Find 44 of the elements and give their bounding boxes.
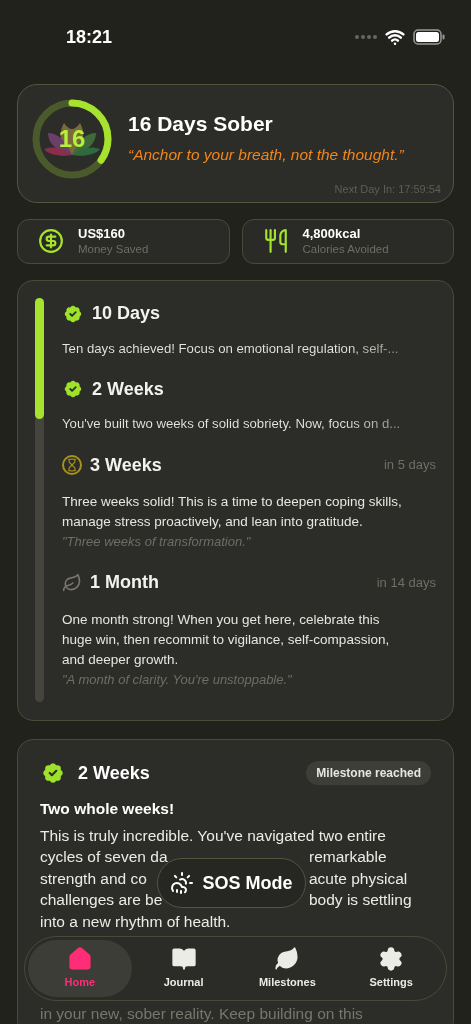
hourglass-icon — [62, 455, 82, 476]
milestone-eta: in 5 days — [383, 456, 436, 475]
home-icon — [66, 946, 93, 973]
stat-value: 4,800kcal — [302, 225, 362, 242]
wifi-icon — [385, 27, 405, 47]
detail-paragraph-end: in your new, sober reality. Keep building on this — [40, 1004, 364, 1024]
utensils-icon — [262, 228, 289, 254]
milestone-title: 3 Weeks — [90, 453, 162, 477]
badge-check-icon — [62, 378, 84, 401]
battery-icon — [413, 29, 445, 45]
status-time: 18:21 — [66, 25, 113, 49]
milestone-title: 1 Month — [90, 571, 159, 595]
milestone-eta: in 14 days — [376, 573, 436, 592]
settings-icon — [378, 946, 405, 973]
detail-paragraph-line: remarkable — [309, 847, 388, 868]
milestone-reached-tag: Milestone reached — [306, 761, 431, 785]
badge-check-icon — [40, 760, 66, 786]
milestone-title: 10 Days — [92, 302, 161, 325]
detail-heading: Two whole weeks! — [40, 798, 176, 819]
badge-check-icon — [62, 302, 84, 325]
milestone-description: One month strong! When you get here, celebrate this huge win, then recommit to vigilance, self-compassion, and deeper growth. — [62, 610, 391, 669]
quote: “Anchor to your breath, not the thought.” — [128, 145, 404, 166]
milestone-title: 2 Weeks — [92, 377, 164, 401]
day-number: 16 — [58, 127, 86, 151]
stat-label: Calories Avoided — [302, 241, 389, 257]
milestone-quote: "A month of clarity. You're unstoppable." — [62, 670, 293, 689]
detail-paragraph-line: body is settling — [309, 890, 413, 911]
milestone-quote: "Three weeks of transformation." — [62, 533, 252, 552]
detail-paragraph-line: This is truly incredible. You've navigated two entire — [40, 825, 386, 846]
detail-title: 2 Weeks — [78, 761, 150, 785]
milestone-description: Three weeks solid! This is a time to deepen coping skills, manage stress proactively, and lean into gratitude. — [62, 493, 403, 532]
detail-paragraph-line: acute physical — [309, 868, 409, 889]
detail-paragraph-line: strength and co — [40, 868, 147, 889]
tab-item[interactable]: Settings — [339, 940, 443, 997]
stat-value: US$160 — [78, 225, 126, 242]
weather-icon — [170, 871, 195, 895]
sober-days-title: 16 Days Sober — [128, 110, 274, 137]
signal-icon — [355, 35, 377, 39]
tab-item[interactable]: Milestones — [235, 940, 340, 997]
detail-paragraph-line: into a new rhythm of health. — [40, 911, 231, 932]
leaf-icon — [62, 572, 82, 593]
stat-label: Money Saved — [78, 241, 149, 257]
dollar-icon — [38, 228, 64, 254]
tab-item[interactable]: Journal — [131, 940, 236, 997]
